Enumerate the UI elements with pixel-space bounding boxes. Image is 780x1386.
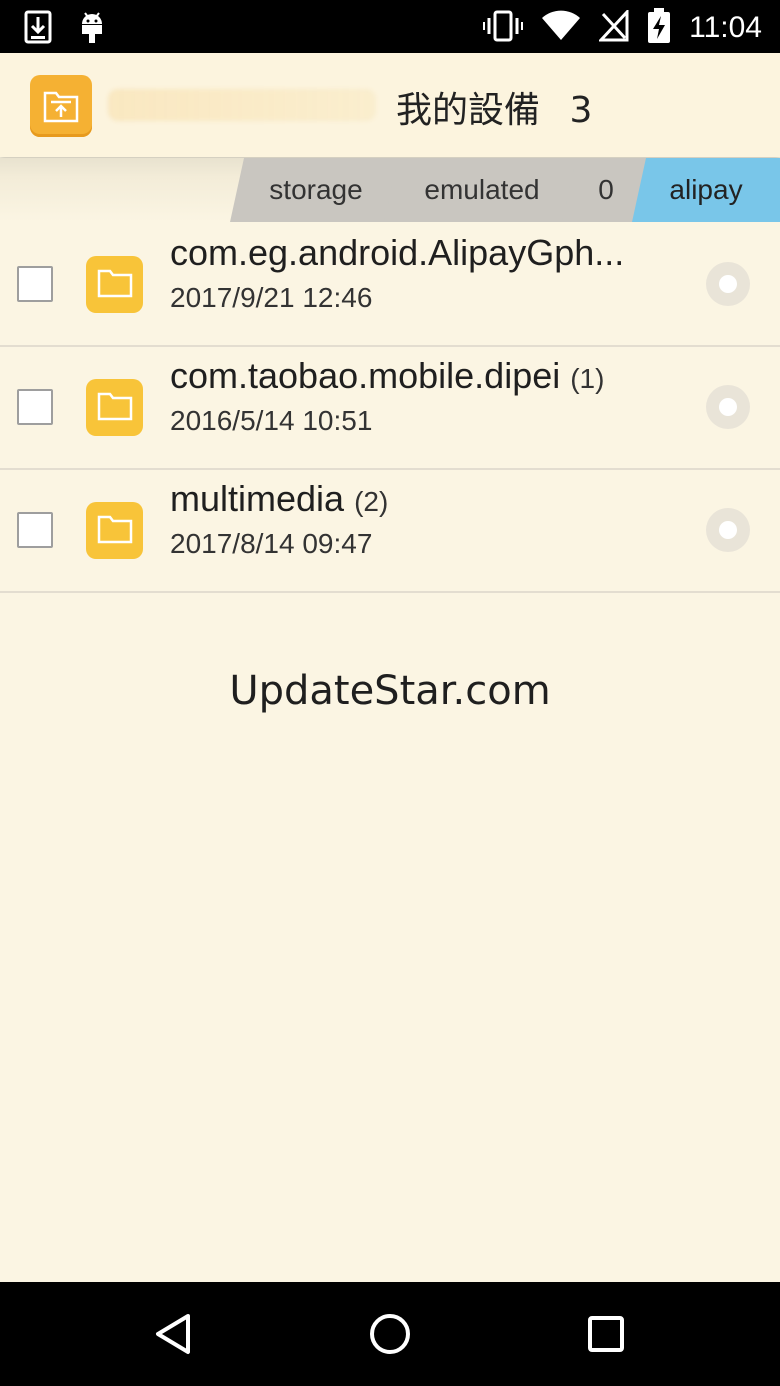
recents-icon[interactable] [586, 1312, 626, 1360]
file-upload-icon[interactable] [30, 75, 92, 137]
list-item[interactable]: com.taobao.mobile.dipei (1) 2016/5/14 10:… [0, 345, 780, 470]
file-date: 2017/8/14 09:47 [170, 528, 373, 559]
file-count: (2) [354, 486, 389, 517]
wifi-icon [541, 10, 581, 46]
breadcrumb-storage[interactable]: storage [230, 158, 402, 222]
folder-icon [86, 256, 143, 313]
select-checkbox[interactable] [17, 266, 53, 302]
vibrate-icon [483, 9, 524, 47]
item-radio-button[interactable] [706, 385, 750, 429]
select-checkbox[interactable] [17, 389, 53, 425]
title-text: 我的設備 [396, 90, 541, 131]
back-icon[interactable] [152, 1312, 196, 1360]
watermark: UpdateStar.com [229, 668, 551, 714]
file-name-text: com.eg.android.AlipayGph... [170, 232, 625, 273]
file-name: multimedia (2) [170, 478, 388, 520]
android-icon [78, 10, 106, 48]
folder-icon [86, 379, 143, 436]
no-sim-icon [597, 8, 629, 46]
select-checkbox[interactable] [17, 512, 53, 548]
download-icon [24, 10, 52, 48]
breadcrumb-label: storage [269, 174, 363, 205]
file-date: 2016/5/14 10:51 [170, 405, 373, 436]
item-count: 3 [569, 90, 593, 131]
battery-charging-icon [647, 8, 671, 48]
file-date: 2017/9/21 12:46 [170, 282, 373, 313]
item-radio-button[interactable] [706, 508, 750, 552]
home-icon[interactable] [368, 1312, 412, 1360]
file-name: com.taobao.mobile.dipei (1) [170, 355, 604, 397]
breadcrumb-emulated[interactable]: emulated [384, 158, 580, 222]
status-time: 11:04 [689, 11, 762, 44]
page-title: 我的設備 3 [396, 81, 592, 133]
file-name-text: multimedia [170, 478, 345, 519]
breadcrumb-label: 0 [598, 174, 614, 205]
list-item[interactable]: com.eg.android.AlipayGph... 2017/9/21 12… [0, 222, 780, 347]
item-radio-button[interactable] [706, 262, 750, 306]
breadcrumb: storage emulated 0 alipay [0, 158, 780, 222]
blurred-app-name [108, 89, 376, 121]
folder-icon [86, 502, 143, 559]
navigation-bar [0, 1282, 780, 1386]
breadcrumb-label: emulated [424, 174, 540, 205]
file-count: (1) [570, 363, 605, 394]
breadcrumb-alipay[interactable]: alipay [632, 158, 780, 222]
file-name: com.eg.android.AlipayGph... [170, 232, 624, 274]
status-bar: 11:04 [0, 0, 780, 53]
file-name-text: com.taobao.mobile.dipei [170, 355, 561, 396]
app-header: 我的設備 3 [0, 53, 780, 157]
list-item[interactable]: multimedia (2) 2017/8/14 09:47 [0, 468, 780, 593]
breadcrumb-label: alipay [669, 174, 743, 205]
